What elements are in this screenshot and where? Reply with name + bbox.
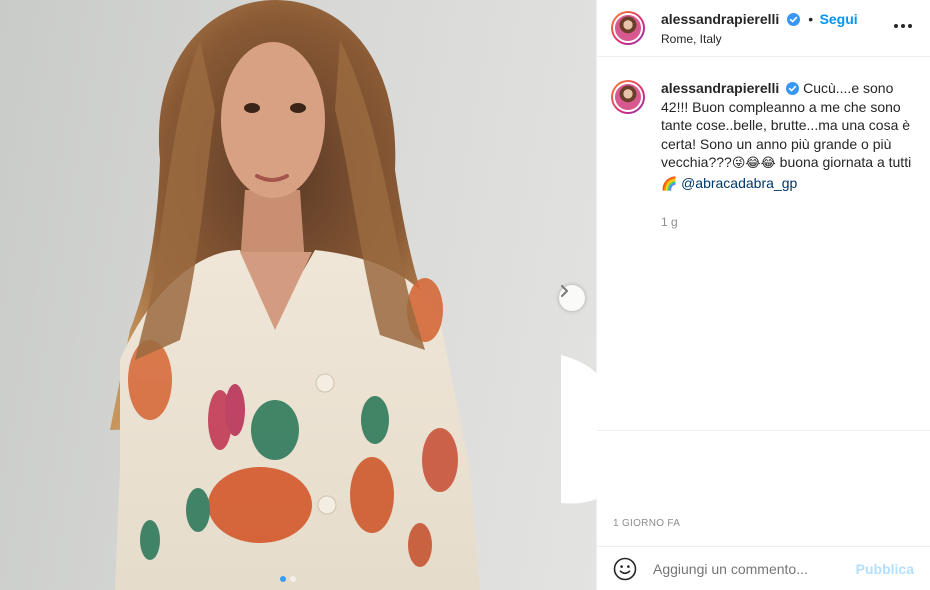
- comment-input[interactable]: [653, 560, 856, 577]
- post-photo[interactable]: [0, 0, 596, 590]
- comment-age[interactable]: 1 g: [661, 213, 914, 232]
- carousel-next-button[interactable]: [559, 285, 585, 311]
- header-separator: •: [808, 10, 814, 27]
- chevron-right-icon: [561, 285, 568, 297]
- carousel-dot-active: [280, 576, 286, 582]
- publish-button[interactable]: Pubblica: [856, 561, 914, 577]
- verified-badge-icon: [786, 82, 800, 95]
- avatar[interactable]: [611, 80, 645, 114]
- caption-comment: alessandrapierelli Cucù....e sono 42!!! …: [597, 57, 930, 232]
- header-username[interactable]: alessandrapierelli: [661, 11, 779, 27]
- carousel-indicator: [280, 576, 296, 582]
- location-link[interactable]: Rome, Italy: [661, 32, 858, 47]
- post-timestamp[interactable]: 1 GIORNO FA: [613, 518, 680, 529]
- caption-username[interactable]: alessandrapierelli: [661, 80, 779, 96]
- verified-badge-icon: [786, 12, 800, 26]
- caption-emojis: 😜😂😂: [731, 156, 776, 171]
- carousel-dot: [290, 576, 296, 582]
- rainbow-emoji: 🌈: [661, 176, 678, 192]
- post-side-panel: alessandrapierelli • Segui Rome, Italy a…: [561, 0, 930, 590]
- mention-link[interactable]: @abracadabra_gp: [681, 175, 797, 191]
- follow-button[interactable]: Segui: [820, 11, 858, 27]
- caption-tail: buona giornata a tutti: [775, 154, 912, 170]
- post-header: alessandrapierelli • Segui Rome, Italy: [597, 0, 930, 57]
- post-photo-image: [110, 0, 480, 590]
- more-options-icon[interactable]: [894, 24, 912, 28]
- section-divider: [597, 430, 930, 431]
- avatar[interactable]: [611, 11, 645, 45]
- smiley-icon[interactable]: [613, 557, 637, 581]
- add-comment-bar: Pubblica: [597, 546, 930, 590]
